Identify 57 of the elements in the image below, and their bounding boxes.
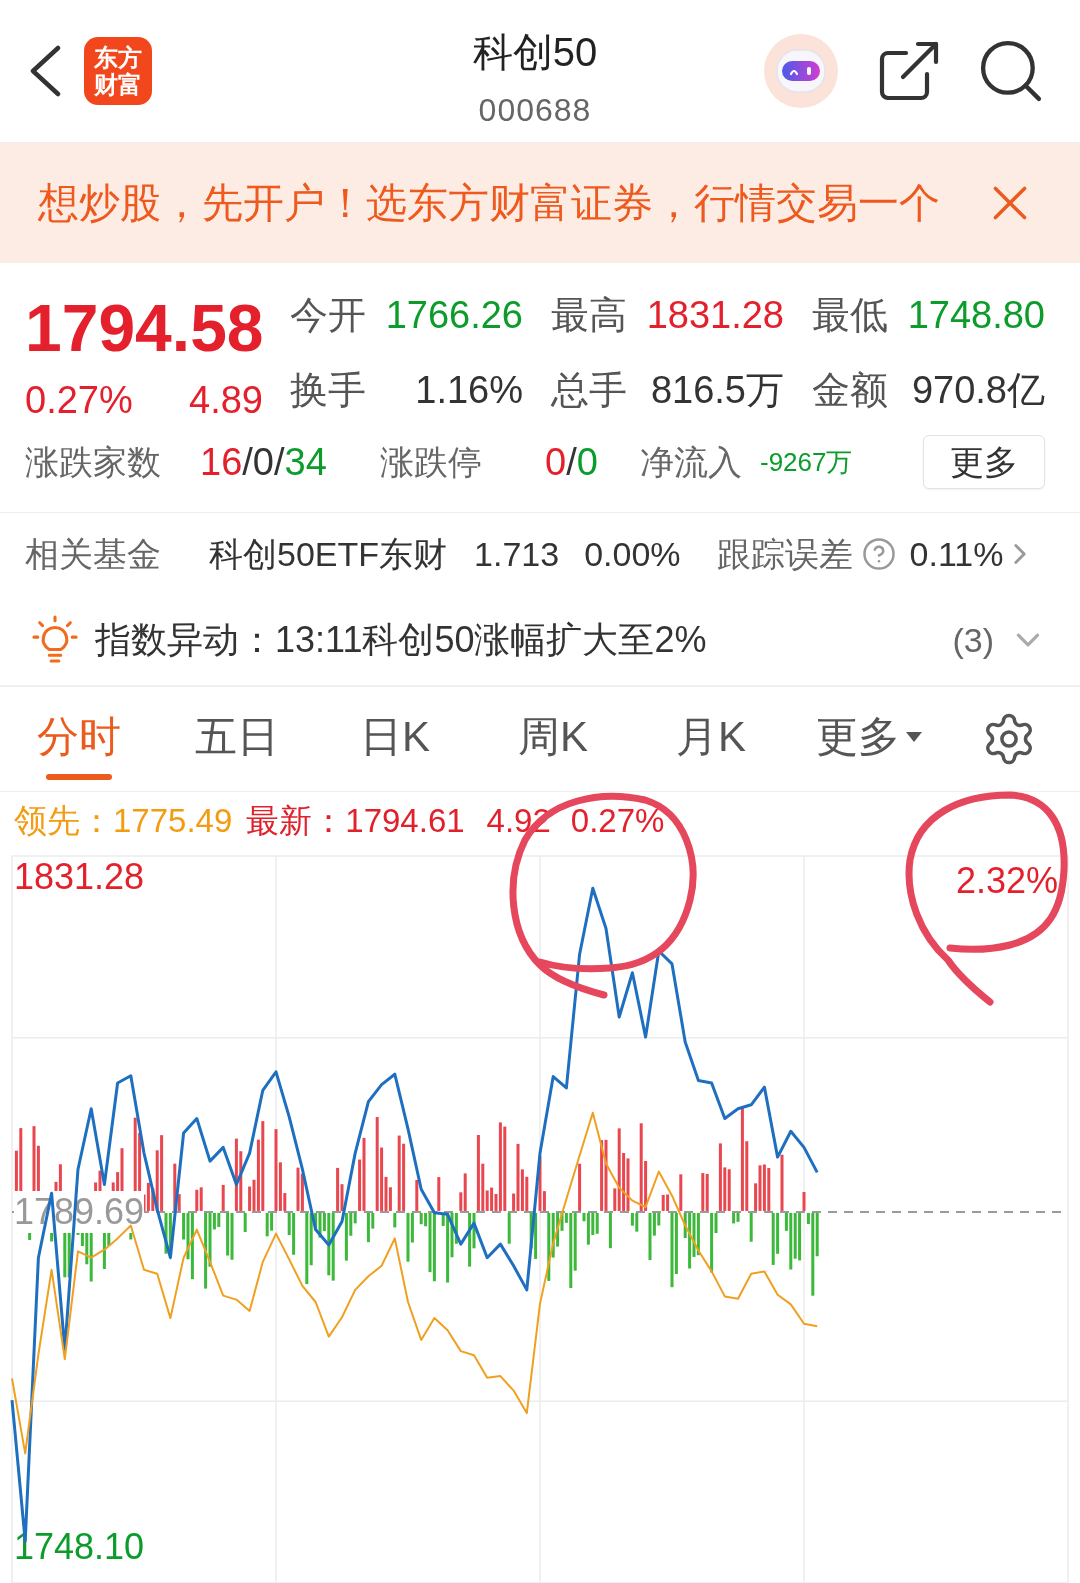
- breadth-value: 0/0: [545, 439, 599, 485]
- settings-icon[interactable]: [983, 713, 1035, 765]
- stat-value: 1831.28: [646, 293, 784, 338]
- net-inflow-value: -9267万: [760, 445, 853, 478]
- stat-label: 金额: [812, 368, 888, 413]
- stat-value: 970.8亿: [911, 368, 1045, 413]
- index-code: 000688: [478, 91, 592, 129]
- related-fund-label: 相关基金: [25, 534, 161, 575]
- stat-label: 总手: [551, 368, 627, 413]
- fund-price: 1.713: [474, 534, 560, 575]
- close-icon[interactable]: [993, 186, 1027, 220]
- percent-axis-label: 2.32%: [955, 860, 1058, 902]
- legend-price: 领先：1775.49: [14, 801, 233, 841]
- chart-tab[interactable]: 月K: [632, 687, 790, 791]
- breadth-label: 涨跌家数: [25, 441, 162, 483]
- chart-tab[interactable]: 更多: [790, 687, 948, 791]
- back-icon[interactable]: [28, 45, 62, 97]
- tracking-error-label: 跟踪误差: [716, 534, 853, 575]
- y-axis-label: 1831.28: [14, 856, 145, 899]
- index-title: 科创50: [472, 29, 598, 76]
- related-fund-row[interactable]: 相关基金 科创50ETF东财 1.713 0.00% 跟踪误差 0.11%: [0, 513, 1080, 595]
- stat-label: 换手: [290, 368, 366, 413]
- breadth-value: 16/0/34: [200, 439, 328, 485]
- more-button[interactable]: 更多: [923, 434, 1045, 489]
- lightbulb-icon: [32, 615, 78, 665]
- chart-tab[interactable]: 五日: [158, 687, 316, 791]
- share-icon[interactable]: [879, 41, 939, 101]
- change-value: 4.89: [189, 378, 263, 422]
- help-icon[interactable]: [862, 538, 895, 570]
- chevron-right-icon: [1013, 544, 1028, 564]
- search-icon[interactable]: [980, 40, 1042, 102]
- net-inflow-label: 净流入: [640, 441, 742, 483]
- robot-avatar-icon[interactable]: [764, 34, 838, 108]
- breadth-label: 涨跌停: [380, 441, 483, 483]
- change-percent: 0.27%: [570, 801, 665, 841]
- stat-label: 最高: [551, 293, 627, 338]
- chart-tab[interactable]: 日K: [316, 687, 474, 791]
- stat-value: 1748.80: [907, 293, 1045, 338]
- fund-name: 科创50ETF东财: [209, 534, 448, 575]
- stat-label: 今开: [290, 293, 366, 338]
- app-logo: 东方财富: [84, 37, 152, 105]
- stat-label: 最低: [812, 293, 888, 338]
- tracking-error-value: 0.11%: [909, 534, 1004, 575]
- fund-change: 0.00%: [584, 534, 681, 575]
- stat-value: 816.5万: [650, 368, 784, 413]
- alert-count: (3): [952, 620, 994, 661]
- caret-icon: [906, 732, 922, 742]
- y-axis-label: 1748.10: [14, 1525, 145, 1568]
- promo-text: 想炒股，先开户！选东方财富证券，行情交易一个: [38, 179, 940, 227]
- index-alert-row[interactable]: 指数异动：13:11科创50涨幅扩大至2% (3): [0, 595, 1080, 687]
- stat-value: 1766.26: [385, 293, 523, 338]
- change-percent: 0.27%: [25, 378, 133, 422]
- stat-value: 1.16%: [415, 368, 523, 413]
- last-price: 1794.58: [25, 292, 263, 364]
- legend-price: 最新：1794.61: [246, 801, 465, 841]
- alert-text: 指数异动：13:11科创50涨幅扩大至2%: [95, 618, 707, 662]
- chart-tab[interactable]: 周K: [474, 687, 632, 791]
